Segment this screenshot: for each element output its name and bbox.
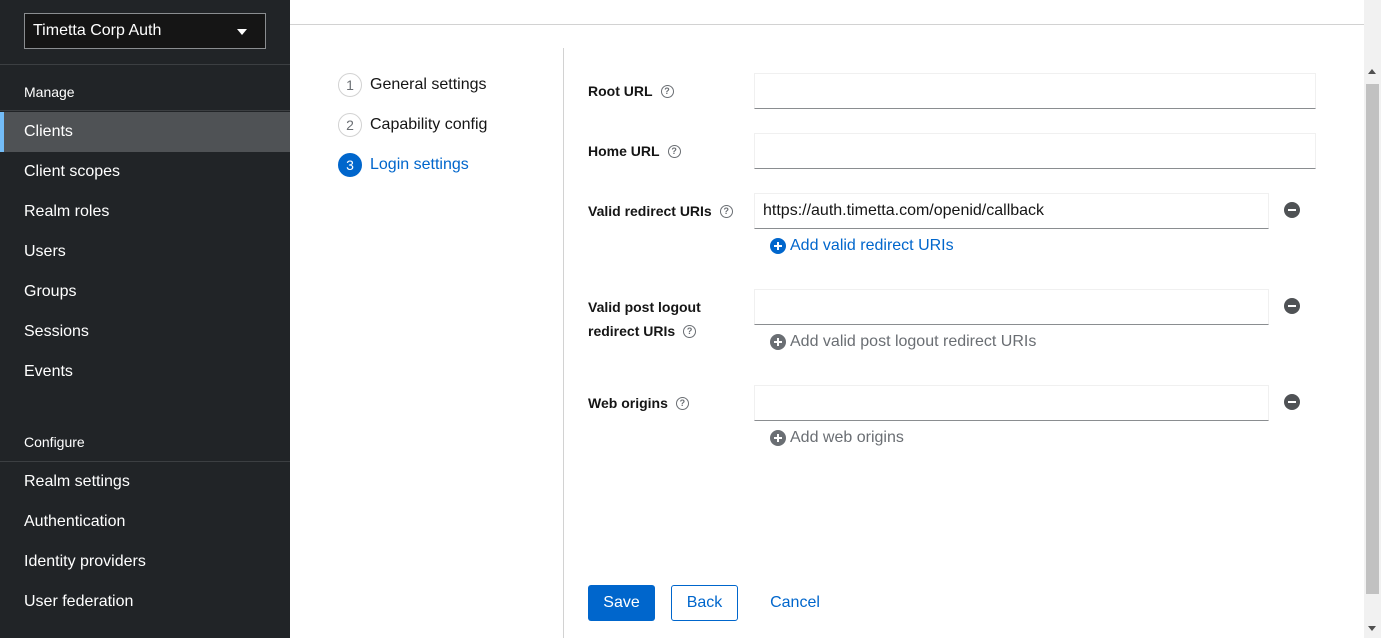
nav-item-events[interactable]: Events <box>0 352 290 392</box>
post-logout-input[interactable] <box>754 289 1269 325</box>
home-url-label-text: Home URL <box>588 143 660 159</box>
add-post-logout-button[interactable]: Add valid post logout redirect URIs <box>770 332 1036 352</box>
header-border <box>290 24 1364 25</box>
step-number: 1 <box>338 73 362 97</box>
cancel-button[interactable]: Cancel <box>756 585 834 621</box>
nav-item-groups[interactable]: Groups <box>0 272 290 312</box>
add-valid-redirect-label: Add valid redirect URIs <box>790 237 954 254</box>
wizard-step-capability-config[interactable]: 2 Capability config <box>338 113 487 137</box>
step-number: 2 <box>338 113 362 137</box>
web-origins-label-text: Web origins <box>588 395 668 411</box>
wizard-divider <box>563 48 564 638</box>
back-button[interactable]: Back <box>671 585 738 621</box>
nav-item-user-federation[interactable]: User federation <box>0 582 290 622</box>
nav-item-realm-settings[interactable]: Realm settings <box>0 462 290 502</box>
caret-down-icon <box>237 29 247 35</box>
post-logout-label: Valid post logout <box>588 295 701 319</box>
post-logout-label-2: redirect URIs? <box>588 319 697 343</box>
manage-section-title: Manage <box>24 84 75 100</box>
add-web-origins-button[interactable]: Add web origins <box>770 428 904 448</box>
nav-item-realm-roles[interactable]: Realm roles <box>0 192 290 232</box>
web-origins-input[interactable] <box>754 385 1269 421</box>
wizard-step-general-settings[interactable]: 1 General settings <box>338 73 487 97</box>
nav-item-identity-providers[interactable]: Identity providers <box>0 542 290 582</box>
sidebar-divider <box>0 64 290 65</box>
remove-circle-icon[interactable] <box>1284 298 1300 314</box>
plus-circle-icon <box>770 238 786 254</box>
add-valid-redirect-button[interactable]: Add valid redirect URIs <box>770 236 954 256</box>
help-icon[interactable]: ? <box>675 396 689 410</box>
post-logout-label-line2: redirect URIs <box>588 323 676 339</box>
root-url-label-text: Root URL <box>588 83 653 99</box>
web-origins-label: Web origins? <box>588 391 689 415</box>
nav-item-clients[interactable]: Clients <box>0 112 290 152</box>
window-edge <box>1381 0 1398 638</box>
scroll-down-arrow-icon[interactable] <box>1368 626 1376 631</box>
nav-item-client-scopes[interactable]: Client scopes <box>0 152 290 192</box>
realm-selector[interactable]: Timetta Corp Auth <box>24 13 266 49</box>
valid-redirect-label: Valid redirect URIs? <box>588 199 733 223</box>
plus-circle-icon <box>770 430 786 446</box>
plus-circle-icon <box>770 334 786 350</box>
wizard-step-login-settings[interactable]: 3 Login settings <box>338 153 469 177</box>
step-label: Capability config <box>370 116 488 133</box>
realm-selector-label: Timetta Corp Auth <box>33 22 162 39</box>
home-url-label: Home URL? <box>588 139 681 163</box>
save-button[interactable]: Save <box>588 585 655 621</box>
home-url-input[interactable] <box>754 133 1316 169</box>
step-number: 3 <box>338 153 362 177</box>
help-icon[interactable]: ? <box>667 144 681 158</box>
post-logout-label-line1: Valid post logout <box>588 299 701 315</box>
step-label: General settings <box>370 76 487 93</box>
remove-circle-icon[interactable] <box>1284 202 1300 218</box>
add-web-origins-label: Add web origins <box>790 429 904 446</box>
valid-redirect-input[interactable] <box>754 193 1269 229</box>
root-url-label: Root URL? <box>588 79 674 103</box>
remove-circle-icon[interactable] <box>1284 394 1300 410</box>
help-icon[interactable]: ? <box>683 324 697 338</box>
configure-section-title: Configure <box>24 434 85 450</box>
scrollbar-thumb[interactable] <box>1366 84 1379 594</box>
sidebar: Timetta Corp Auth Manage Clients Client … <box>0 0 290 638</box>
scroll-up-arrow-icon[interactable] <box>1368 69 1376 74</box>
nav-item-users[interactable]: Users <box>0 232 290 272</box>
nav-item-sessions[interactable]: Sessions <box>0 312 290 352</box>
help-icon[interactable]: ? <box>660 84 674 98</box>
root-url-input[interactable] <box>754 73 1316 109</box>
add-post-logout-label: Add valid post logout redirect URIs <box>790 333 1037 350</box>
nav-item-authentication[interactable]: Authentication <box>0 502 290 542</box>
valid-redirect-label-text: Valid redirect URIs <box>588 203 712 219</box>
sidebar-divider <box>0 110 290 111</box>
help-icon[interactable]: ? <box>719 204 733 218</box>
step-label: Login settings <box>370 156 469 173</box>
